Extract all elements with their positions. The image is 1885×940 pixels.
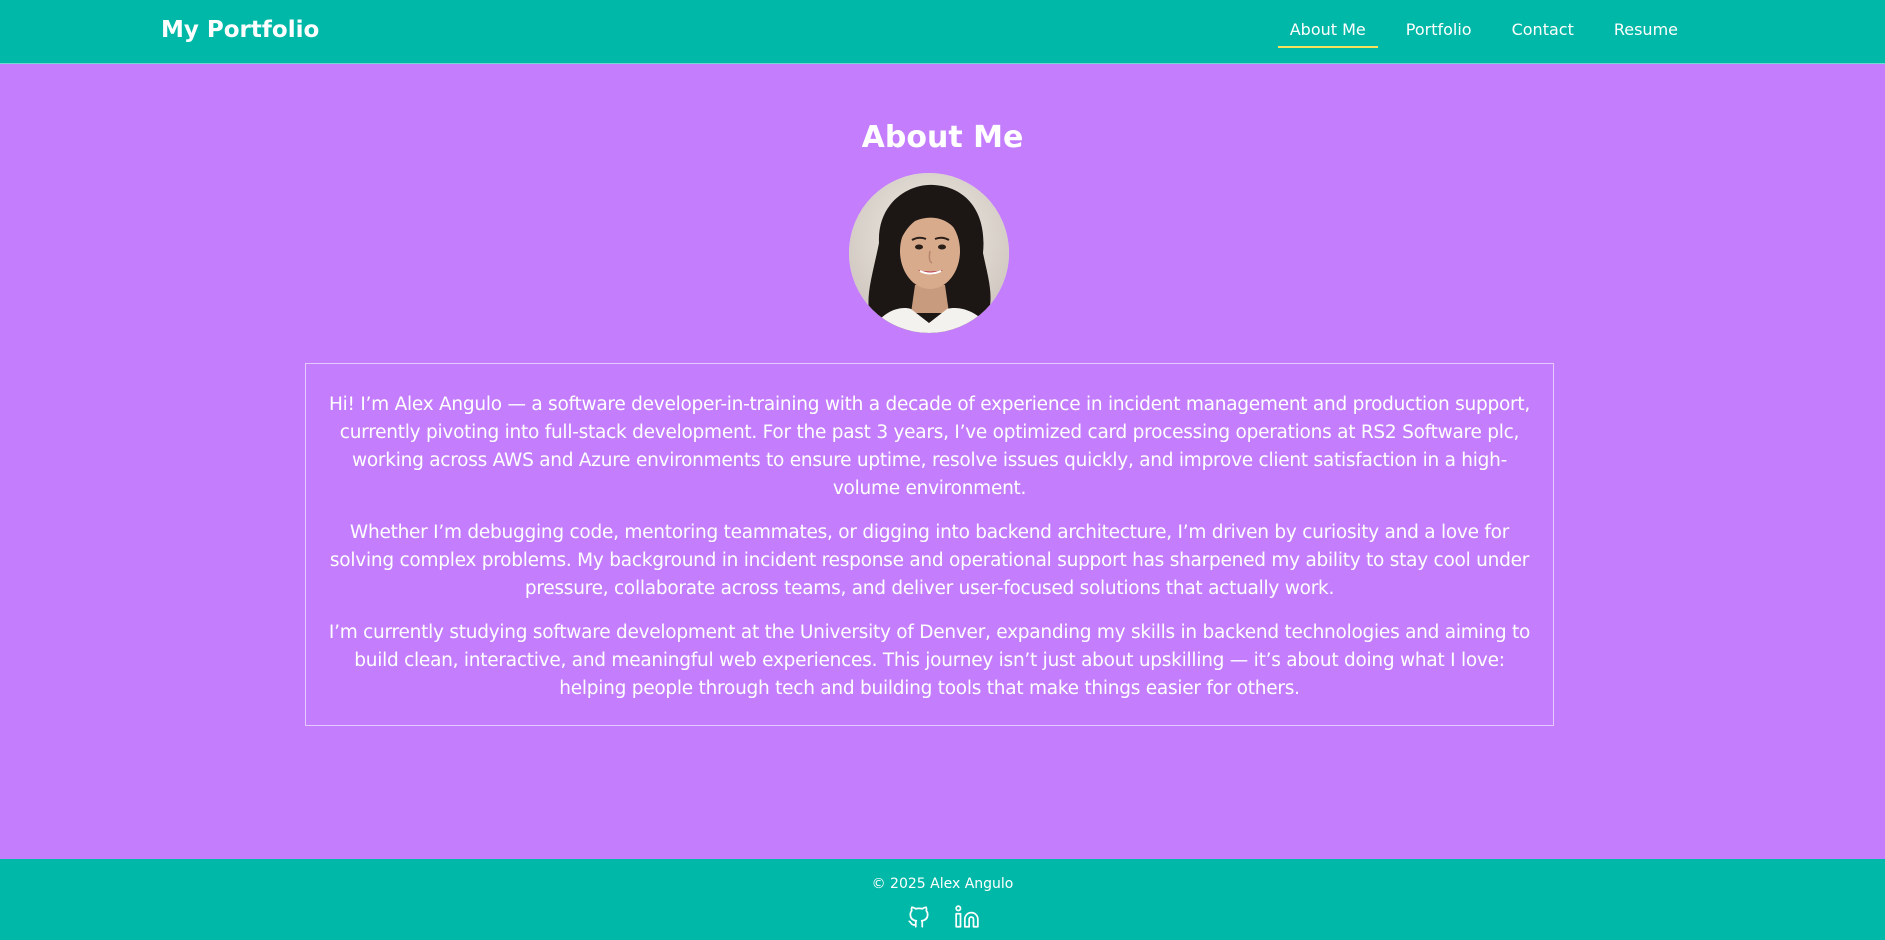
page-title: About Me xyxy=(861,120,1024,155)
nav-item-portfolio[interactable]: Portfolio xyxy=(1394,20,1484,48)
profile-photo-image xyxy=(849,173,1009,333)
bio-paragraph: Whether I’m debugging code, mentoring te… xyxy=(329,522,1530,599)
profile-photo xyxy=(849,173,1009,333)
bio-box: Hi! I’m Alex Angulo — a software develop… xyxy=(305,363,1554,726)
github-icon xyxy=(907,906,929,928)
linkedin-link[interactable] xyxy=(954,904,980,930)
brand-logo-link[interactable]: My Portfolio xyxy=(161,17,319,43)
site-footer: © 2025 Alex Angulo xyxy=(0,859,1885,940)
nav-item-resume[interactable]: Resume xyxy=(1602,20,1690,48)
github-link[interactable] xyxy=(906,904,932,930)
about-section: About Me Hi! I’m Alex Angulo — a softwar… xyxy=(0,64,1885,859)
bio-paragraph: I’m currently studying software developm… xyxy=(328,622,1531,699)
copyright-text: © 2025 Alex Angulo xyxy=(871,876,1014,892)
site-header: My Portfolio About Me Portfolio Contact … xyxy=(0,0,1885,64)
social-links xyxy=(0,904,1885,930)
bio-paragraph: Hi! I’m Alex Angulo — a software develop… xyxy=(329,394,1530,499)
nav-item-contact[interactable]: Contact xyxy=(1500,20,1586,48)
linkedin-icon xyxy=(954,905,979,928)
nav-item-about-me[interactable]: About Me xyxy=(1277,20,1378,48)
main-nav: About Me Portfolio Contact Resume xyxy=(1262,20,1690,48)
